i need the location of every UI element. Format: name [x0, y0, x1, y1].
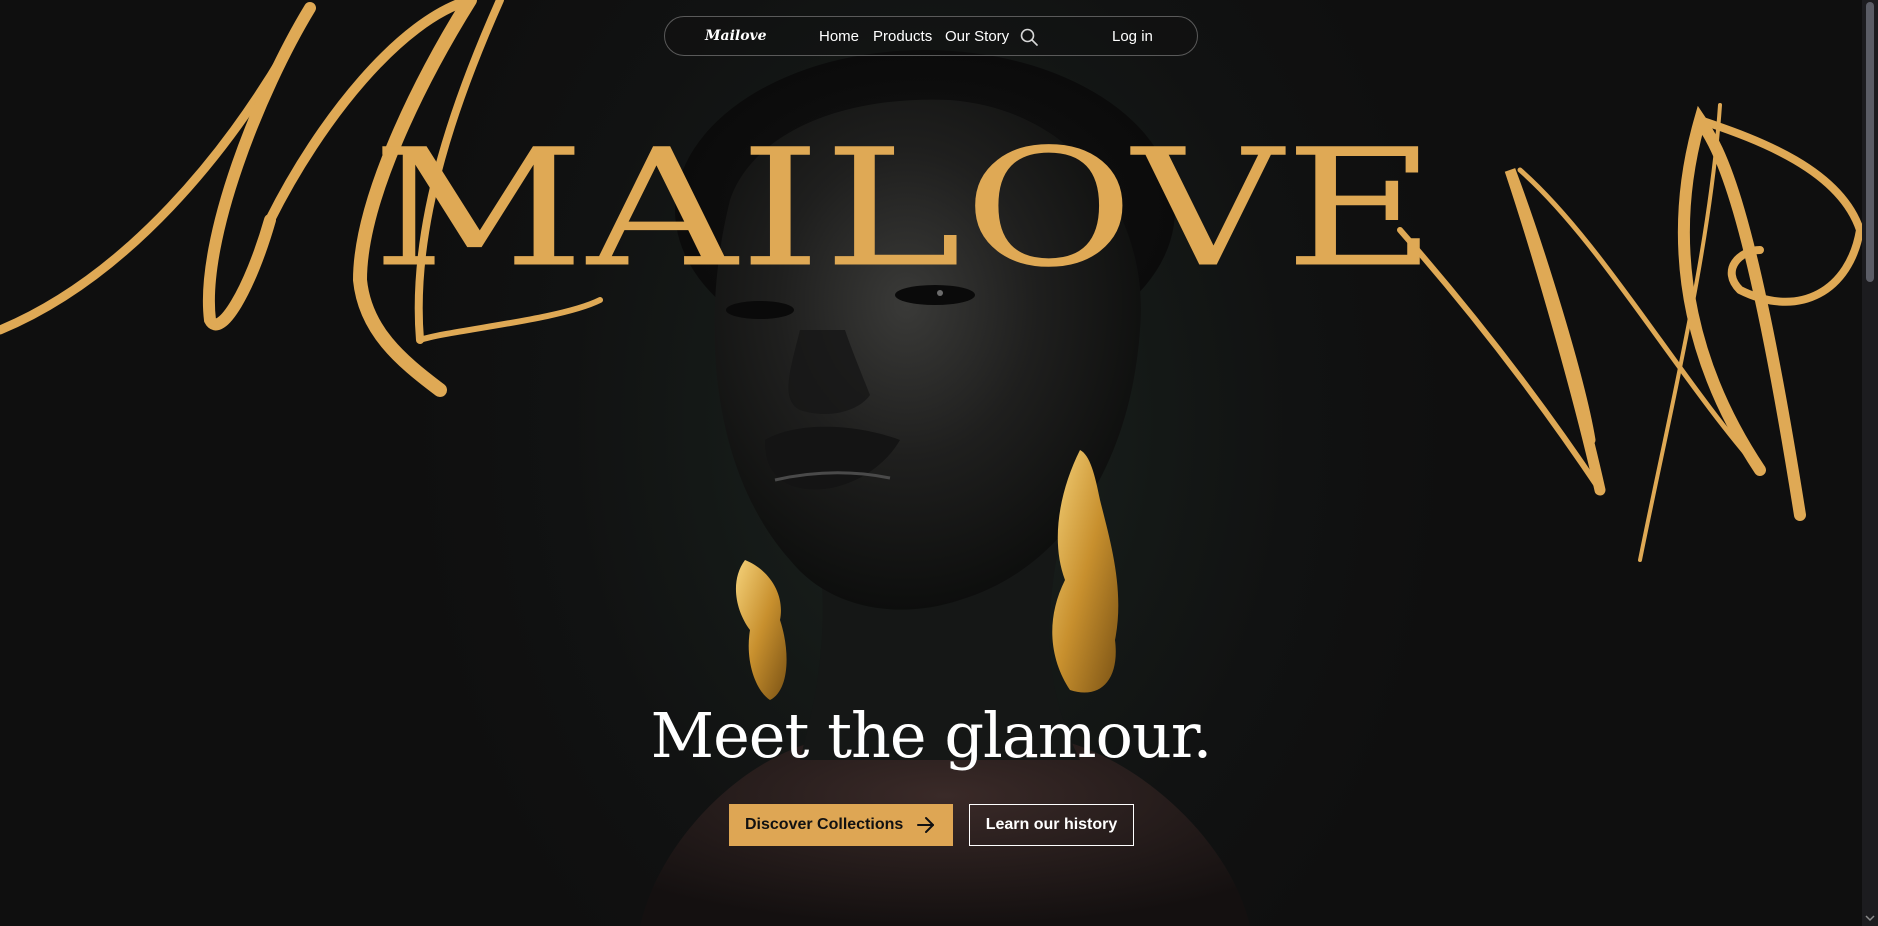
discover-collections-button[interactable]: Discover Collections: [729, 804, 953, 846]
login-link[interactable]: Log in: [1112, 28, 1153, 45]
landing-page: MAILOVE Mailove Home Products Our Story …: [0, 0, 1878, 926]
hero-headline: Meet the glamour.: [650, 699, 1213, 772]
discover-collections-label: Discover Collections: [745, 816, 904, 833]
learn-history-label: Learn our history: [985, 816, 1118, 833]
nav-link-our-story[interactable]: Our Story: [945, 28, 1009, 45]
arrow-right-icon: [917, 817, 934, 833]
scrollbar-thumb[interactable]: [1866, 2, 1874, 282]
chevron-down-icon[interactable]: [1865, 914, 1875, 922]
learn-history-button[interactable]: Learn our history: [969, 804, 1134, 846]
nav-link-home[interactable]: Home: [819, 28, 859, 45]
brand-wordmark: MAILOVE: [372, 114, 1439, 304]
search-icon[interactable]: [1020, 28, 1038, 46]
nav-brand-logo[interactable]: Mailove: [705, 28, 767, 44]
top-navigation: Mailove Home Products Our Story Log in: [664, 16, 1198, 56]
page-scrollbar[interactable]: [1862, 0, 1878, 926]
nav-link-products[interactable]: Products: [873, 28, 932, 45]
